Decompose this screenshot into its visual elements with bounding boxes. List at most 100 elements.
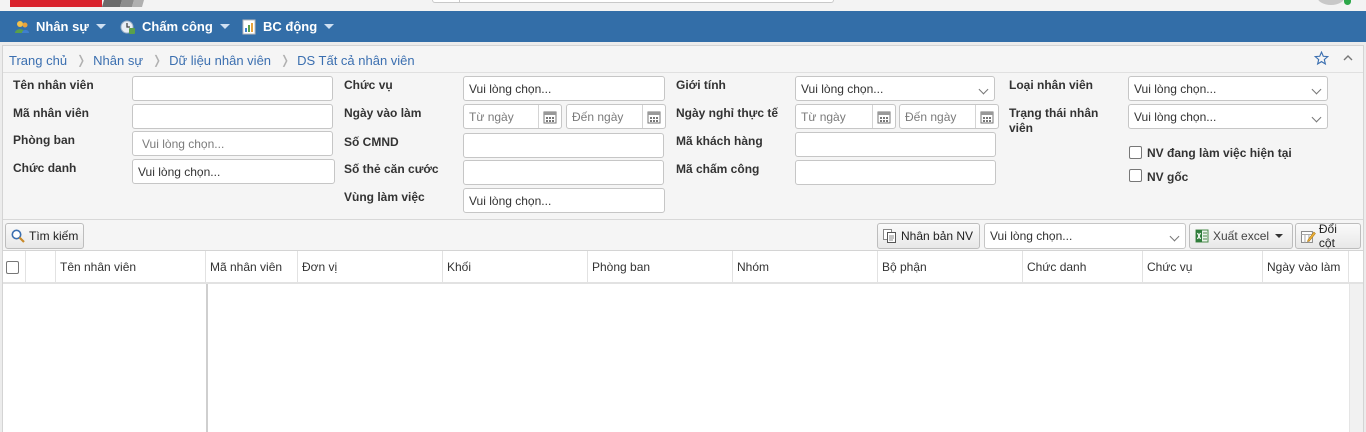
chevron-up-icon[interactable] — [1342, 53, 1354, 63]
search-button-label: Tìm kiếm — [29, 229, 79, 243]
search-button[interactable]: Tìm kiếm — [5, 223, 84, 249]
label-ngay-vao-lam: Ngày vào làm — [344, 106, 422, 120]
column-header-nhom[interactable]: Nhóm — [733, 251, 878, 283]
column-header-bo-phan[interactable]: Bộ phận — [878, 251, 1023, 283]
chuc-danh-value: Vui lòng chọn... — [138, 164, 221, 179]
phong-ban-placeholder: Vui lòng chọn... — [142, 136, 225, 151]
breadcrumb-home[interactable]: Trang chủ — [9, 53, 67, 68]
ten-nhan-vien-input[interactable] — [132, 76, 333, 101]
chevron-down-icon — [324, 24, 335, 29]
label-vung-lam-viec: Vùng làm việc — [344, 190, 425, 204]
vung-lam-viec-select[interactable]: Vui lòng chọn... — [463, 188, 665, 213]
loai-nhan-vien-value: Vui lòng chọn... — [1134, 81, 1217, 96]
calendar-icon[interactable] — [876, 109, 892, 125]
breadcrumb-current[interactable]: DS Tất cả nhân viên — [297, 53, 415, 68]
date-placeholder: Đến ngày — [572, 109, 624, 124]
column-header-khoi[interactable]: Khối — [443, 251, 588, 283]
column-header-don-vi[interactable]: Đơn vị — [298, 251, 443, 283]
calendar-icon[interactable] — [646, 109, 662, 125]
column-header-ma-nhan-vien[interactable]: Mã nhân viên — [206, 251, 298, 283]
vung-lam-viec-value: Vui lòng chọn... — [469, 193, 552, 208]
search-icon — [11, 229, 25, 243]
trang-thai-nhan-vien-select[interactable]: Vui lòng chọn... — [1128, 104, 1328, 129]
calendar-icon[interactable] — [542, 109, 558, 125]
menu-cham-cong[interactable]: Chấm công — [120, 11, 230, 42]
main-menu-bar: Nhân sự Chấm công BC động — [0, 11, 1366, 42]
menu-bc-dong[interactable]: BC động — [241, 11, 335, 42]
grid-header: Tên nhân viên Mã nhân viên Đơn vị Khối P… — [3, 250, 1363, 284]
so-the-can-cuoc-input[interactable] — [463, 160, 664, 185]
user-avatar[interactable] — [1317, 0, 1345, 5]
column-label: Mã nhân viên — [210, 260, 283, 274]
chuc-danh-select[interactable]: Vui lòng chọn... — [132, 159, 335, 184]
column-header-chuc-vu[interactable]: Chức vụ — [1143, 251, 1263, 283]
copy-icon — [883, 229, 896, 243]
trang-thai-value: Vui lòng chọn... — [1134, 109, 1217, 124]
column-header-ngay-vao-lam[interactable]: Ngày vào làm — [1263, 251, 1349, 283]
label-ten-nhan-vien: Tên nhân viên — [13, 78, 94, 92]
excel-icon — [1195, 229, 1209, 243]
employee-list-panel: Trang chủ ❭ Nhân sự ❭ Dữ liệu nhân viên … — [2, 45, 1364, 432]
ngay-vao-lam-from-input[interactable]: Từ ngày — [463, 104, 562, 129]
breadcrumb-nhan-su[interactable]: Nhân sự — [93, 53, 143, 68]
label-ma-khach-hang: Mã khách hàng — [676, 134, 763, 148]
chuc-vu-select[interactable]: Vui lòng chọn... — [463, 76, 665, 101]
column-label: Phòng ban — [592, 260, 651, 274]
action-select[interactable]: Vui lòng chọn... — [984, 223, 1186, 249]
label-ngay-nghi-thuc-te: Ngày nghỉ thực tế — [676, 106, 779, 120]
online-status-dot — [1344, 0, 1351, 5]
column-label: Tên nhân viên — [60, 260, 137, 274]
breadcrumb-separator-icon: ❭ — [76, 53, 87, 67]
ma-khach-hang-input[interactable] — [795, 132, 996, 157]
menu-label: Chấm công — [142, 19, 213, 34]
gioi-tinh-value: Vui lòng chọn... — [801, 81, 884, 96]
chevron-down-icon — [978, 84, 989, 95]
nv-dang-lam-viec-checkbox[interactable] — [1129, 146, 1142, 159]
menu-nhan-su[interactable]: Nhân sự — [14, 11, 106, 42]
column-header-phong-ban[interactable]: Phòng ban — [588, 251, 733, 283]
date-placeholder: Từ ngày — [801, 109, 846, 124]
label-chuc-vu: Chức vụ — [344, 78, 393, 92]
nv-goc-checkbox[interactable] — [1129, 169, 1142, 182]
clone-employee-button[interactable]: Nhân bản NV — [877, 223, 980, 249]
calendar-icon[interactable] — [979, 109, 995, 125]
column-label: Khối — [447, 260, 472, 274]
label-so-the-can-cuoc: Số thẻ căn cước — [344, 162, 439, 176]
change-columns-button[interactable]: Đổi cột — [1295, 222, 1361, 250]
date-placeholder: Đến ngày — [905, 109, 957, 124]
browser-top-strip — [0, 0, 1366, 11]
phong-ban-select[interactable]: Vui lòng chọn... — [132, 131, 333, 156]
loai-nhan-vien-select[interactable]: Vui lòng chọn... — [1128, 76, 1328, 101]
ngay-vao-lam-to-input[interactable]: Đến ngày — [566, 104, 666, 129]
grid-body — [3, 284, 1363, 432]
star-icon[interactable] — [1314, 51, 1329, 66]
menu-label: Nhân sự — [36, 19, 89, 34]
column-label: Ngày vào làm — [1267, 260, 1341, 274]
column-header-ten-nhan-vien[interactable]: Tên nhân viên — [56, 251, 206, 283]
ngay-nghi-from-input[interactable]: Từ ngày — [795, 104, 896, 129]
gioi-tinh-select[interactable]: Vui lòng chọn... — [795, 76, 995, 101]
export-excel-button[interactable]: Xuất excel — [1189, 223, 1293, 249]
global-search-box[interactable] — [432, 0, 834, 3]
edit-columns-icon — [1300, 231, 1316, 243]
label-chuc-danh: Chức danh — [13, 161, 77, 175]
action-select-value: Vui lòng chọn... — [990, 229, 1073, 243]
breadcrumb-du-lieu-nhan-vien[interactable]: Dữ liệu nhân viên — [169, 53, 271, 68]
clone-button-label: Nhân bản NV — [901, 229, 974, 243]
select-all-cell — [3, 251, 26, 283]
so-cmnd-input[interactable] — [463, 133, 664, 158]
column-label: Đơn vị — [302, 260, 338, 274]
label-ma-nhan-vien: Mã nhân viên — [13, 106, 90, 120]
select-all-checkbox[interactable] — [6, 260, 19, 274]
column-label: Chức vụ — [1147, 260, 1193, 274]
ma-nhan-vien-input[interactable] — [132, 104, 333, 129]
ma-cham-cong-input[interactable] — [795, 160, 996, 185]
chevron-down-icon — [95, 24, 106, 29]
label-loai-nhan-vien: Loại nhân viên — [1009, 78, 1094, 92]
vertical-scrollbar[interactable] — [1349, 284, 1363, 432]
ngay-nghi-to-input[interactable]: Đến ngày — [899, 104, 999, 129]
label-line: Trạng thái nhân — [1009, 106, 1099, 120]
column-header-chuc-danh[interactable]: Chức danh — [1023, 251, 1143, 283]
chevron-down-icon — [219, 24, 230, 29]
date-placeholder: Từ ngày — [469, 109, 514, 124]
